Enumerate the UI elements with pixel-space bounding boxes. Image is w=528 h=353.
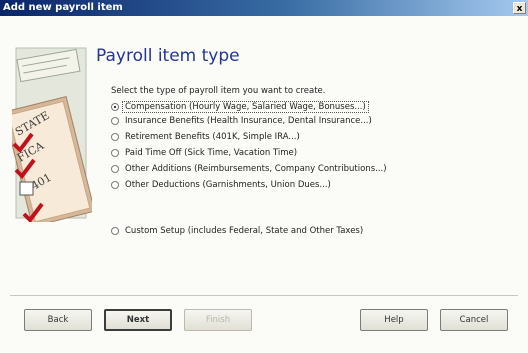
option-compensation[interactable]: Compensation (Hourly Wage, Salaried Wage… — [111, 101, 369, 113]
option-other-additions[interactable]: Other Additions (Reimbursements, Company… — [111, 164, 387, 174]
radio-button[interactable] — [111, 181, 119, 189]
dialog-body: STATE FICA 401 Payroll item type Select … — [0, 16, 528, 353]
radio-button[interactable] — [111, 165, 119, 173]
option-insurance-benefits[interactable]: Insurance Benefits (Health Insurance, De… — [111, 116, 372, 126]
window-title: Add new payroll item — [3, 2, 123, 13]
instruction-text: Select the type of payroll item you want… — [111, 86, 326, 96]
tax-forms-illustration: STATE FICA 401 — [12, 47, 92, 222]
close-icon[interactable]: x — [513, 2, 526, 14]
option-label: Other Additions (Reimbursements, Company… — [125, 164, 387, 174]
page-title: Payroll item type — [96, 46, 240, 66]
option-label: Compensation (Hourly Wage, Salaried Wage… — [122, 101, 369, 113]
option-label: Other Deductions (Garnishments, Union Du… — [125, 180, 331, 190]
option-label: Retirement Benefits (401K, Simple IRA...… — [125, 132, 300, 142]
checkbox-icon — [19, 181, 34, 196]
radio-button[interactable] — [111, 227, 119, 235]
radio-button[interactable] — [111, 103, 119, 111]
divider — [10, 295, 518, 296]
option-retirement-benefits[interactable]: Retirement Benefits (401K, Simple IRA...… — [111, 132, 300, 142]
radio-button[interactable] — [111, 117, 119, 125]
radio-button[interactable] — [111, 133, 119, 141]
option-custom-setup[interactable]: Custom Setup (includes Federal, State an… — [111, 226, 363, 236]
option-label: Custom Setup (includes Federal, State an… — [125, 226, 364, 236]
option-label: Insurance Benefits (Health Insurance, De… — [125, 116, 372, 126]
title-bar: Add new payroll item x — [0, 0, 528, 16]
option-paid-time-off[interactable]: Paid Time Off (Sick Time, Vacation Time) — [111, 148, 297, 158]
cancel-button[interactable]: Cancel — [440, 309, 508, 331]
next-button[interactable]: Next — [104, 309, 172, 331]
radio-button[interactable] — [111, 149, 119, 157]
option-label: Paid Time Off (Sick Time, Vacation Time) — [125, 148, 298, 158]
option-other-deductions[interactable]: Other Deductions (Garnishments, Union Du… — [111, 180, 331, 190]
back-button[interactable]: Back — [24, 309, 92, 331]
finish-button[interactable]: Finish — [184, 309, 252, 331]
help-button[interactable]: Help — [360, 309, 428, 331]
